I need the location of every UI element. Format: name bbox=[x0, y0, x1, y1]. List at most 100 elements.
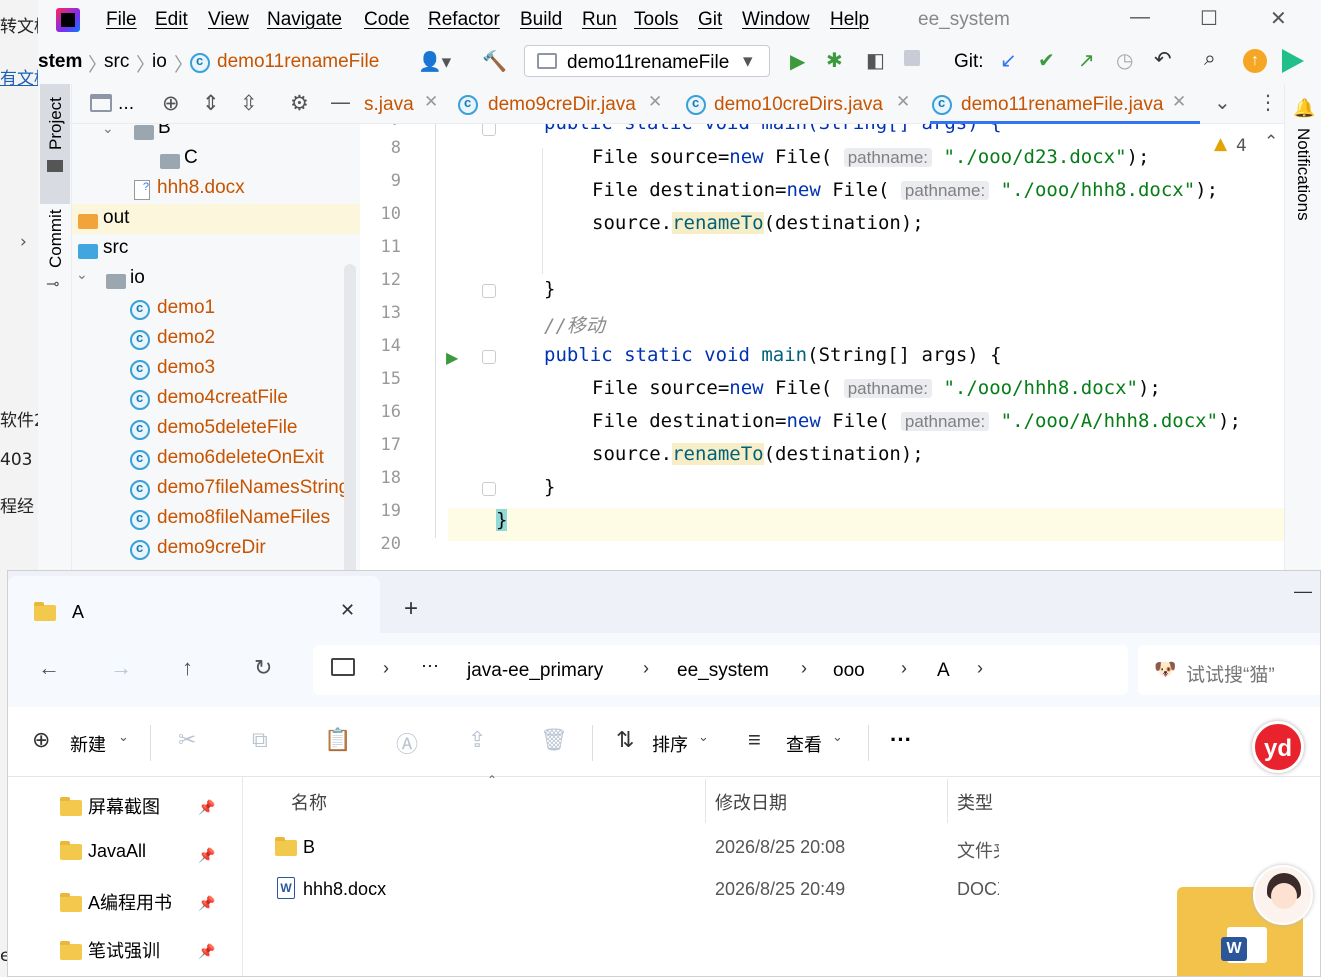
code-line-15[interactable]: File source=new File( pathname: "./ooo/h… bbox=[592, 377, 1161, 399]
code-line-13[interactable]: //移动 bbox=[544, 311, 605, 338]
tab-3[interactable]: demo10creDirs.java ✕ bbox=[686, 84, 926, 124]
copy-icon[interactable]: ⧉ bbox=[252, 727, 268, 753]
locate-icon[interactable]: ⊕ bbox=[162, 91, 180, 115]
view-button[interactable]: 查看 bbox=[786, 731, 822, 757]
address-segment[interactable]: ooo bbox=[833, 660, 865, 682]
tabs-dropdown-icon[interactable]: ⌄ bbox=[1214, 90, 1231, 114]
tree-row-hhh8[interactable]: ? hhh8.docx bbox=[72, 174, 360, 204]
tree-row-out[interactable]: out bbox=[72, 204, 360, 234]
collapse-all-icon[interactable]: ⇳ bbox=[240, 91, 258, 115]
paste-icon[interactable]: 📋 bbox=[324, 727, 351, 753]
close-tab-icon[interactable]: ✕ bbox=[648, 92, 662, 112]
breadcrumb-io[interactable]: io bbox=[152, 51, 167, 73]
address-segment[interactable]: A bbox=[937, 660, 950, 682]
expand-all-icon[interactable]: ⇕ bbox=[202, 91, 220, 115]
menu-tools[interactable]: Tools bbox=[634, 9, 678, 31]
tab-active[interactable]: demo11renameFile.java ✕ bbox=[930, 84, 1200, 124]
menu-file[interactable]: File bbox=[106, 9, 137, 31]
code-line-8[interactable]: File source=new File( pathname: "./ooo/d… bbox=[592, 146, 1149, 168]
close-tab-icon[interactable]: ✕ bbox=[1172, 92, 1186, 112]
menu-view[interactable]: View bbox=[208, 9, 249, 31]
warning-icon[interactable]: ▲ bbox=[1214, 134, 1227, 154]
code-line-18[interactable]: } bbox=[544, 476, 555, 498]
fold-icon[interactable] bbox=[482, 124, 496, 136]
new-button[interactable]: 新建 bbox=[70, 731, 106, 757]
file-row[interactable]: B 2026/8/25 20:08 文件夹 bbox=[243, 827, 1003, 867]
menu-edit[interactable]: Edit bbox=[155, 9, 188, 31]
git-push-icon[interactable]: ↗ bbox=[1078, 48, 1095, 73]
code-line-10[interactable]: source.renameTo(destination); bbox=[592, 212, 924, 234]
tree-row-b[interactable]: ⌄ B bbox=[72, 124, 360, 144]
new-tab-icon[interactable]: + bbox=[404, 595, 418, 623]
search-box[interactable]: 🐶 试试搜“猫” bbox=[1138, 645, 1320, 695]
code-line-12[interactable]: } bbox=[544, 278, 555, 300]
run-config-dropdown[interactable]: demo11renameFile ▾ bbox=[524, 45, 770, 77]
previous-highlight-icon[interactable]: ⌃ bbox=[1264, 132, 1278, 152]
code-line-16[interactable]: File destination=new File( pathname: "./… bbox=[592, 410, 1241, 432]
tree-row-class[interactable]: demo9creDir bbox=[72, 534, 360, 564]
tree-row-class[interactable]: demo2 bbox=[72, 324, 360, 354]
hide-icon[interactable]: — bbox=[330, 90, 351, 114]
project-tool-tab[interactable]: Project bbox=[40, 84, 70, 204]
fold-icon[interactable] bbox=[482, 482, 496, 496]
gear-icon[interactable]: ⚙ bbox=[290, 91, 309, 115]
quick-access-item[interactable]: 屏幕截图 📌 bbox=[60, 793, 215, 833]
share-icon[interactable]: ⇪ bbox=[468, 727, 486, 753]
quick-access-item[interactable]: 笔试强训 📌 bbox=[60, 937, 215, 976]
tree-row-io[interactable]: ⌄ io bbox=[72, 264, 360, 294]
view-list-icon[interactable]: ≡ bbox=[748, 727, 761, 753]
commit-tool-label[interactable]: Commit bbox=[46, 209, 66, 268]
git-update-icon[interactable]: ↙ bbox=[1000, 48, 1017, 73]
minimize-icon[interactable]: — bbox=[1130, 6, 1150, 29]
close-tab-icon[interactable]: ✕ bbox=[424, 92, 438, 112]
notifications-bell-icon[interactable]: 🔔 bbox=[1293, 98, 1315, 119]
sort-button[interactable]: 排序 bbox=[652, 731, 688, 757]
run-icon[interactable]: ▶ bbox=[790, 49, 805, 74]
history-icon[interactable]: ◷ bbox=[1116, 48, 1133, 73]
delete-icon[interactable]: 🗑 bbox=[540, 727, 568, 753]
column-type[interactable]: 类型 bbox=[957, 789, 993, 815]
new-plus-icon[interactable]: ⊕ bbox=[32, 727, 50, 753]
tree-row-class[interactable]: demo8fileNameFiles bbox=[72, 504, 360, 534]
back-arrow-icon[interactable]: ← bbox=[38, 655, 60, 681]
tree-row-class[interactable]: demo3 bbox=[72, 354, 360, 384]
more-options-button[interactable]: ··· bbox=[890, 727, 912, 753]
build-hammer-icon[interactable]: 🔨 bbox=[482, 49, 507, 74]
code-line-17[interactable]: source.renameTo(destination); bbox=[592, 443, 924, 465]
more-icon[interactable]: ⋮ bbox=[1258, 90, 1278, 114]
column-divider[interactable] bbox=[947, 779, 948, 823]
tab-2[interactable]: demo9creDir.java ✕ bbox=[458, 84, 678, 124]
breadcrumb-src[interactable]: src bbox=[104, 51, 129, 73]
stop-icon[interactable] bbox=[904, 50, 920, 66]
maximize-icon[interactable]: ☐ bbox=[1200, 6, 1218, 31]
tab-1[interactable]: s.java ✕ bbox=[364, 84, 444, 124]
debug-icon[interactable]: ✱ bbox=[826, 48, 843, 73]
explorer-tab[interactable]: A ✕ bbox=[8, 576, 380, 633]
menu-navigate[interactable]: Navigate bbox=[267, 9, 342, 31]
jetbrains-toolbox-icon[interactable] bbox=[1282, 49, 1304, 73]
project-view-icon[interactable] bbox=[90, 94, 112, 112]
menu-refactor[interactable]: Refactor bbox=[428, 9, 500, 31]
close-icon[interactable]: ✕ bbox=[1270, 6, 1287, 31]
menu-help[interactable]: Help bbox=[830, 9, 869, 31]
up-arrow-icon[interactable]: ↑ bbox=[182, 655, 193, 681]
menu-run[interactable]: Run bbox=[582, 9, 617, 31]
fold-icon[interactable] bbox=[482, 350, 496, 364]
quick-access-item[interactable]: JavaAll 📌 bbox=[60, 841, 215, 881]
tree-row-src[interactable]: src bbox=[72, 234, 360, 264]
menu-git[interactable]: Git bbox=[698, 9, 722, 31]
breadcrumb-file[interactable]: demo11renameFile bbox=[217, 51, 379, 73]
git-commit-icon[interactable]: ✔ bbox=[1038, 48, 1055, 73]
quick-access-item[interactable]: A编程用书 📌 bbox=[60, 889, 215, 929]
address-more[interactable]: ··· bbox=[421, 655, 439, 676]
refresh-icon[interactable]: ↻ bbox=[254, 655, 272, 681]
search-icon[interactable]: ⌕ bbox=[1204, 47, 1216, 71]
update-icon[interactable]: ↑ bbox=[1243, 49, 1267, 73]
code-line-7[interactable]: public static void main(String[] args) { bbox=[544, 124, 1002, 134]
close-tab-icon[interactable]: ✕ bbox=[340, 600, 355, 621]
assistant-avatar[interactable] bbox=[1253, 865, 1313, 925]
fold-icon[interactable] bbox=[482, 284, 496, 298]
coverage-icon[interactable]: ◧ bbox=[866, 48, 885, 73]
tree-scrollbar[interactable] bbox=[344, 264, 356, 578]
cut-icon[interactable]: ✂ bbox=[178, 727, 196, 753]
